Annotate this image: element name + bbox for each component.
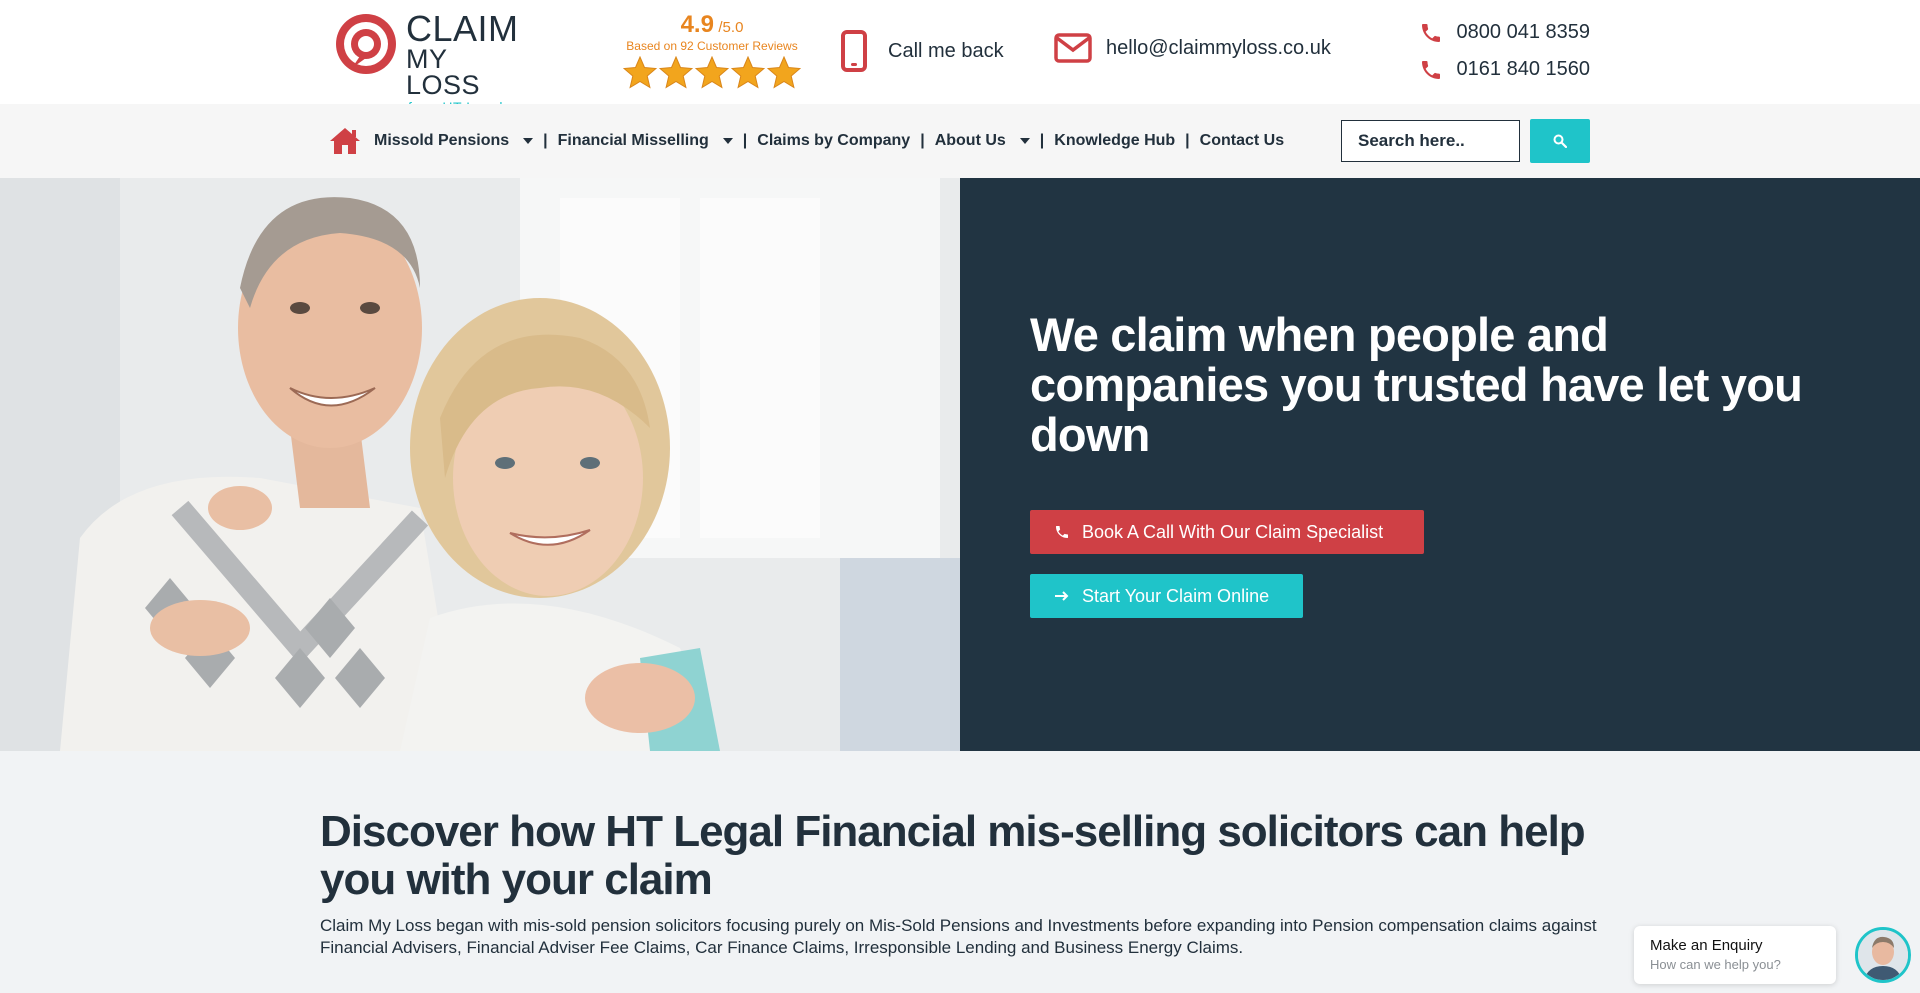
star-icon (623, 56, 657, 89)
hero-couple-photo (0, 178, 960, 751)
chevron-down-icon (1019, 138, 1030, 144)
nav-separator: | (920, 132, 925, 149)
logo-text-my-loss: MY LOSS (406, 44, 481, 100)
avatar-icon (1858, 930, 1908, 980)
couple-illustration (0, 178, 960, 751)
phone-number-2: 0161 840 1560 (1456, 58, 1590, 80)
start-claim-button[interactable]: Start Your Claim Online (1030, 574, 1303, 618)
nav-item-claims-by-company[interactable]: Claims by Company (757, 132, 910, 150)
nav-item-financial-misselling[interactable]: Financial Misselling (558, 132, 733, 150)
phone-icon (1421, 60, 1440, 79)
book-call-label: Book A Call With Our Claim Specialist (1082, 521, 1384, 542)
nav-separator: | (1185, 132, 1190, 149)
nav-separator: | (543, 132, 548, 149)
rating-score: 4.9 (680, 11, 714, 38)
email-link[interactable]: hello@claimmyloss.co.uk (1054, 33, 1331, 63)
chevron-down-icon (722, 138, 733, 144)
nav-separator: | (1039, 132, 1045, 149)
book-call-button[interactable]: Book A Call With Our Claim Specialist (1030, 510, 1424, 554)
phone-number-1: 0800 041 8359 (1456, 21, 1590, 43)
hero-section: We claim when people and companies you t… (0, 178, 1920, 751)
search-input[interactable] (1341, 120, 1520, 162)
nav-item-knowledge-hub[interactable]: Knowledge Hub (1054, 132, 1175, 150)
email-address: hello@claimmyloss.co.uk (1106, 36, 1331, 59)
star-icon (767, 56, 801, 89)
phone-icon (1056, 526, 1068, 538)
start-claim-label: Start Your Claim Online (1082, 585, 1270, 606)
star-icon (695, 56, 729, 89)
call-me-back-link[interactable]: Call me back (840, 30, 1004, 72)
target-logo-icon (336, 14, 396, 74)
home-icon[interactable] (328, 126, 362, 156)
envelope-icon (1054, 33, 1092, 63)
call-me-back-label: Call me back (888, 39, 1004, 62)
search-icon (1553, 134, 1567, 148)
hero-panel: We claim when people and companies you t… (960, 178, 1920, 751)
chat-title: Make an Enquiry (1650, 937, 1763, 954)
chevron-down-icon (523, 138, 534, 144)
rating-stars (620, 56, 804, 89)
chat-enquiry-bubble[interactable]: Make an Enquiry How can we help you? (1634, 926, 1836, 984)
phone-numbers: 0800 041 8359 0161 840 1560 (1408, 14, 1590, 88)
nav-item-about-us[interactable]: About Us (935, 132, 1030, 150)
star-icon (659, 56, 693, 89)
discover-heading: Discover how HT Legal Financial mis-sell… (320, 807, 1586, 904)
nav-item-contact-us[interactable]: Contact Us (1200, 132, 1284, 150)
customer-rating[interactable]: 4.9 /5.0 Based on 92 Customer Reviews (620, 12, 804, 89)
rating-max: /5.0 (718, 19, 744, 36)
logo-text-claim: CLAIM (406, 8, 519, 49)
nav-item-label: Contact Us (1199, 132, 1285, 149)
chat-subtitle: How can we help you? (1650, 957, 1781, 972)
nav-separator: | (742, 132, 748, 149)
site-logo[interactable]: CLAIM MY LOSS from HT Legal (334, 8, 524, 115)
phone-link-1[interactable]: 0800 041 8359 (1408, 14, 1590, 51)
site-header: CLAIM MY LOSS from HT Legal 4.9 /5.0 Bas… (0, 0, 1920, 115)
arrow-right-icon (1055, 591, 1069, 601)
nav-item-label: Missold Pensions (374, 132, 510, 149)
star-icon (731, 56, 765, 89)
mobile-phone-icon (841, 30, 867, 72)
chat-agent-avatar[interactable] (1855, 927, 1911, 983)
discover-paragraph: Claim My Loss began with mis-sold pensio… (320, 916, 1597, 957)
nav-item-label: Financial Misselling (557, 132, 709, 149)
nav-item-label: About Us (934, 132, 1006, 149)
phone-icon (1421, 23, 1440, 42)
nav-item-label: Claims by Company (757, 132, 911, 149)
nav-item-missold-pensions[interactable]: Missold Pensions (374, 132, 534, 150)
phone-link-2[interactable]: 0161 840 1560 (1408, 51, 1590, 88)
main-navigation: Missold Pensions | Financial Misselling … (0, 104, 1920, 178)
search-button[interactable] (1530, 119, 1590, 163)
nav-item-label: Knowledge Hub (1054, 132, 1176, 149)
rating-based-on: Based on 92 Customer Reviews (626, 39, 798, 53)
hero-title: We claim when people and companies you t… (1030, 308, 1803, 461)
